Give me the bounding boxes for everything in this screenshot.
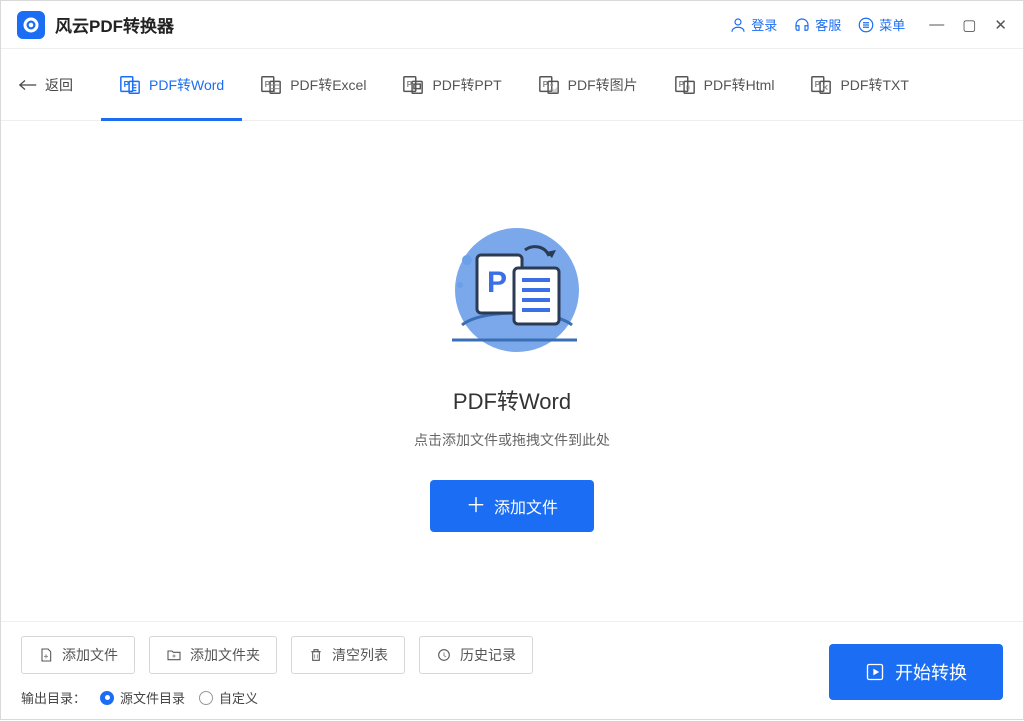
tab-pdf-to-ppt[interactable]: P PDF转PPT — [384, 49, 519, 121]
file-plus-icon — [38, 647, 54, 663]
back-label: 返回 — [45, 75, 73, 95]
minimize-button[interactable]: — — [929, 16, 944, 34]
tab-label: PDF转Html — [704, 75, 775, 95]
play-icon — [865, 662, 885, 682]
menu-label: 菜单 — [879, 15, 905, 34]
radio-source-dir[interactable]: 源文件目录 — [100, 688, 185, 707]
app-logo — [17, 11, 45, 39]
radio-custom-label: 自定义 — [219, 688, 258, 707]
footer-add-folder-button[interactable]: 添加文件夹 — [149, 636, 277, 674]
footer-add-file-label: 添加文件 — [62, 645, 118, 665]
start-label: 开始转换 — [895, 659, 967, 685]
tab-pdf-to-txt[interactable]: P PDF转TXT — [792, 49, 926, 121]
center-title: PDF转Word — [453, 384, 571, 416]
support-button[interactable]: 客服 — [793, 15, 841, 34]
maximize-button[interactable]: ▢ — [962, 16, 976, 34]
tab-label: PDF转Word — [149, 75, 224, 95]
back-button[interactable]: 返回 — [19, 75, 73, 95]
support-label: 客服 — [815, 15, 841, 34]
footer: 添加文件 添加文件夹 清空列表 历史记录 输出目录： 源文件目录 自定义 开始转… — [1, 621, 1023, 721]
footer-clear-button[interactable]: 清空列表 — [291, 636, 405, 674]
radio-unchecked-icon — [199, 691, 213, 705]
close-button[interactable]: ✕ — [994, 16, 1007, 34]
radio-checked-icon — [100, 691, 114, 705]
plus-icon: ＋ — [466, 496, 486, 516]
footer-clear-label: 清空列表 — [332, 645, 388, 665]
tab-pdf-to-image[interactable]: P PDF转图片 — [520, 49, 656, 121]
add-file-label: 添加文件 — [494, 494, 558, 518]
start-convert-button[interactable]: 开始转换 — [829, 644, 1003, 700]
login-button[interactable]: 登录 — [729, 15, 777, 34]
output-dir-label: 输出目录： — [21, 688, 86, 707]
menu-button[interactable]: 菜单 — [857, 15, 905, 34]
footer-history-label: 历史记录 — [460, 645, 516, 665]
drop-zone[interactable]: P PDF转Word 点击添加文件或拖拽文件到此处 ＋ 添加文件 — [1, 121, 1023, 621]
center-subtitle: 点击添加文件或拖拽文件到此处 — [414, 430, 610, 450]
tab-bar: 返回 P PDF转Word P PDF转Excel P PDF转PPT P PD… — [1, 49, 1023, 121]
svg-text:P: P — [487, 266, 507, 299]
radio-custom-dir[interactable]: 自定义 — [199, 688, 258, 707]
trash-icon — [308, 647, 324, 663]
app-title: 风云PDF转换器 — [55, 12, 174, 37]
footer-add-folder-label: 添加文件夹 — [190, 645, 260, 665]
radio-source-label: 源文件目录 — [120, 688, 185, 707]
tab-pdf-to-html[interactable]: PH PDF转Html — [656, 49, 793, 121]
illustration: P — [422, 210, 602, 370]
tab-label: PDF转TXT — [840, 75, 908, 95]
title-bar: 风云PDF转换器 登录 客服 菜单 — ▢ ✕ — [1, 1, 1023, 49]
login-label: 登录 — [751, 15, 777, 34]
folder-plus-icon — [166, 647, 182, 663]
tab-label: PDF转Excel — [290, 75, 366, 95]
svg-text:H: H — [686, 85, 690, 91]
add-file-button[interactable]: ＋ 添加文件 — [430, 480, 594, 532]
tab-label: PDF转PPT — [432, 75, 501, 95]
footer-history-button[interactable]: 历史记录 — [419, 636, 533, 674]
footer-add-file-button[interactable]: 添加文件 — [21, 636, 135, 674]
tab-pdf-to-word[interactable]: P PDF转Word — [101, 49, 242, 121]
clock-icon — [436, 647, 452, 663]
tab-label: PDF转图片 — [568, 75, 638, 95]
tab-pdf-to-excel[interactable]: P PDF转Excel — [242, 49, 384, 121]
